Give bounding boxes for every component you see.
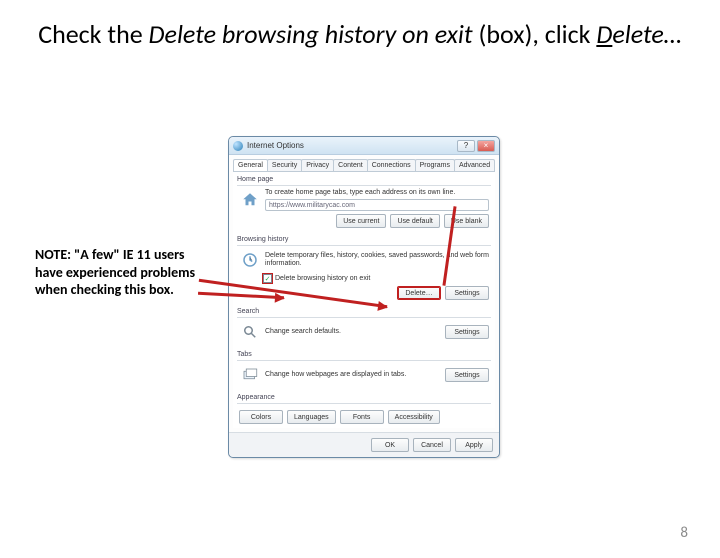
search-icon: [239, 321, 261, 343]
apply-button[interactable]: Apply: [455, 438, 493, 452]
accessibility-button[interactable]: Accessibility: [388, 410, 440, 424]
home-desc: To create home page tabs, type each addr…: [265, 189, 489, 197]
tabs-desc: Change how webpages are displayed in tab…: [265, 371, 441, 379]
group-search-label: Search: [237, 308, 491, 315]
tab-advanced[interactable]: Advanced: [454, 159, 495, 171]
colors-button[interactable]: Colors: [239, 410, 283, 424]
tab-programs[interactable]: Programs: [415, 159, 455, 171]
close-button[interactable]: ×: [477, 140, 495, 152]
titlebar: Internet Options ? ×: [229, 137, 499, 155]
cancel-button[interactable]: Cancel: [413, 438, 451, 452]
group-history-label: Browsing history: [237, 236, 491, 243]
history-desc: Delete temporary files, history, cookies…: [265, 252, 489, 268]
delete-on-exit-checkbox[interactable]: ✓: [263, 274, 272, 283]
history-icon: [239, 249, 261, 271]
use-current-button[interactable]: Use current: [336, 214, 386, 228]
history-settings-button[interactable]: Settings: [445, 286, 489, 300]
globe-icon: [233, 141, 243, 151]
tabs-icon: [239, 364, 261, 386]
group-tabs-label: Tabs: [237, 351, 491, 358]
languages-button[interactable]: Languages: [287, 410, 336, 424]
help-button[interactable]: ?: [457, 140, 475, 152]
side-note: NOTE: "A few" IE 11 users have experienc…: [35, 246, 205, 299]
tab-privacy[interactable]: Privacy: [301, 159, 334, 171]
tab-strip: General Security Privacy Content Connect…: [229, 155, 499, 171]
tab-connections[interactable]: Connections: [367, 159, 416, 171]
fonts-button[interactable]: Fonts: [340, 410, 384, 424]
use-default-button[interactable]: Use default: [390, 214, 439, 228]
tab-general[interactable]: General: [233, 159, 268, 171]
delete-button[interactable]: Delete…: [397, 286, 441, 300]
tab-content[interactable]: Content: [333, 159, 368, 171]
search-desc: Change search defaults.: [265, 328, 441, 336]
group-appearance-label: Appearance: [237, 394, 491, 401]
house-icon: [239, 189, 261, 211]
dialog-footer: OK Cancel Apply: [229, 432, 499, 457]
slide-title: Check the Delete browsing history on exi…: [30, 18, 690, 51]
group-home-label: Home page: [237, 176, 491, 183]
delete-on-exit-label: Delete browsing history on exit: [275, 275, 370, 282]
tabs-settings-button[interactable]: Settings: [445, 368, 489, 382]
page-number: 8: [680, 524, 688, 542]
ok-button[interactable]: OK: [371, 438, 409, 452]
search-settings-button[interactable]: Settings: [445, 325, 489, 339]
window-title: Internet Options: [247, 141, 457, 150]
tab-security[interactable]: Security: [267, 159, 302, 171]
